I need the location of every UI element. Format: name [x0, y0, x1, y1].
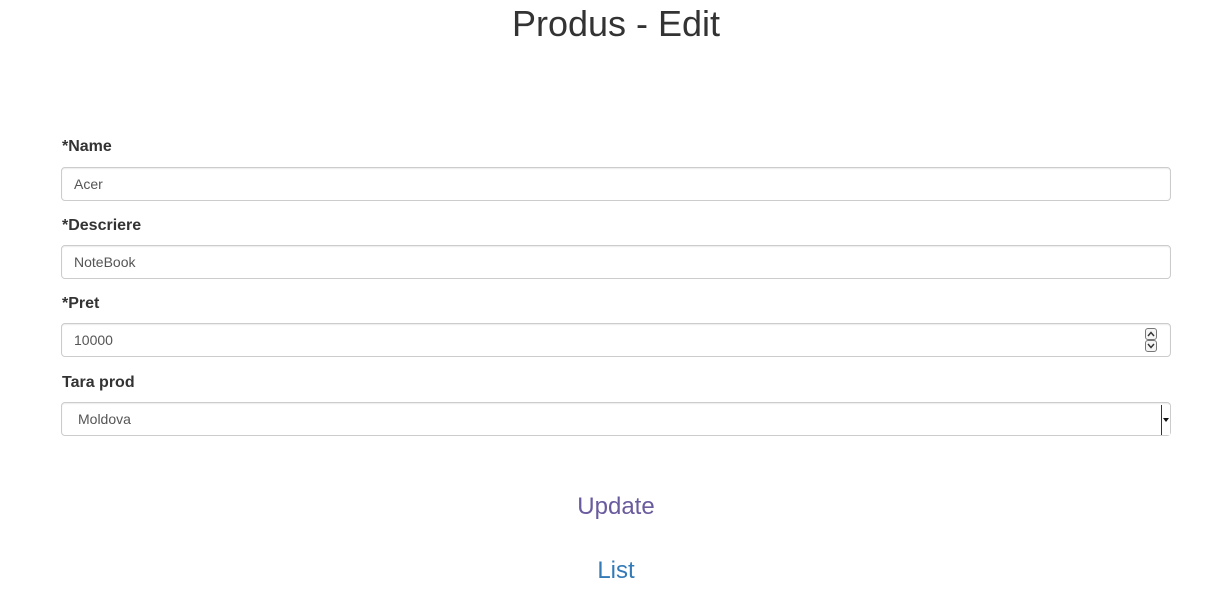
- tara-label: Tara prod: [62, 374, 135, 391]
- name-label: *Name: [62, 138, 112, 155]
- pret-spinner[interactable]: [1145, 328, 1157, 352]
- update-link[interactable]: Update: [0, 492, 1217, 522]
- descriere-input[interactable]: NoteBook: [61, 245, 1171, 279]
- chevron-down-icon[interactable]: [1145, 340, 1157, 352]
- select-arrow[interactable]: [1161, 405, 1170, 435]
- pret-input[interactable]: 10000: [61, 323, 1171, 357]
- name-input[interactable]: Acer: [61, 167, 1171, 201]
- chevron-up-icon[interactable]: [1145, 328, 1157, 340]
- tara-select-value: Moldova: [78, 411, 131, 427]
- list-link[interactable]: List: [0, 556, 1217, 586]
- pret-label: *Pret: [62, 295, 100, 312]
- name-input-value: Acer: [74, 176, 103, 192]
- pret-input-value: 10000: [74, 332, 113, 348]
- descriere-label: *Descriere: [62, 217, 142, 234]
- page-title: Produs - Edit: [511, 3, 721, 44]
- tara-select[interactable]: Moldova: [61, 402, 1171, 436]
- descriere-input-value: NoteBook: [74, 254, 136, 270]
